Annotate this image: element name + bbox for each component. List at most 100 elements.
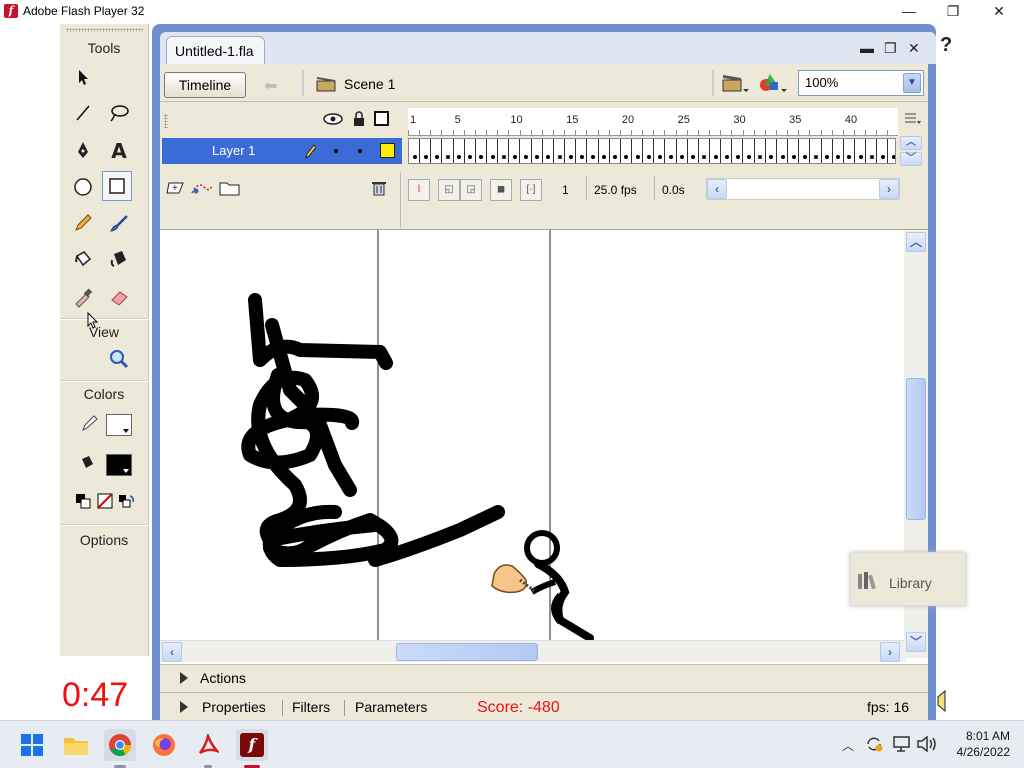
actions-label[interactable]: Actions [200, 670, 246, 686]
frame-cell[interactable] [665, 139, 677, 163]
frame-cell[interactable] [476, 139, 488, 163]
start-icon[interactable] [16, 729, 48, 761]
library-panel-tab[interactable]: Library [850, 552, 966, 606]
frame-cell[interactable] [688, 139, 699, 163]
frame-cell[interactable] [621, 139, 632, 163]
frame-cell[interactable] [565, 139, 577, 163]
layer-outline-color[interactable] [380, 143, 395, 158]
timeline-scroll-right-icon[interactable]: › [879, 179, 899, 199]
properties-expand-icon[interactable] [180, 701, 188, 713]
fill-color-icon[interactable] [72, 448, 102, 478]
swap-colors-icon[interactable] [116, 486, 138, 516]
fill-color-swatch[interactable] [106, 454, 132, 476]
sync-icon[interactable] [864, 734, 884, 757]
frame-cell[interactable] [431, 139, 443, 163]
zoom-tool-icon[interactable] [104, 344, 134, 374]
frame-cell[interactable] [822, 139, 833, 163]
panel-grip[interactable] [66, 28, 143, 32]
stage-hscroll-thumb[interactable] [396, 643, 538, 661]
frame-cell[interactable] [833, 139, 844, 163]
frame-cell[interactable] [409, 139, 421, 163]
frame-cell[interactable] [844, 139, 855, 163]
chrome-icon[interactable] [104, 729, 136, 761]
insert-layer-icon[interactable]: + [166, 179, 188, 200]
delete-layer-icon[interactable] [370, 179, 388, 200]
center-frame-icon[interactable]: ǀ [408, 179, 430, 201]
frame-strip[interactable] [408, 138, 896, 164]
doc-restore-button[interactable]: ❐ [884, 40, 897, 57]
lasso-tool-icon[interactable] [104, 98, 134, 128]
stage-scroll-left-icon[interactable]: ‹ [162, 642, 182, 662]
scribble-drawing[interactable] [241, 293, 505, 567]
stage-vscroll-thumb[interactable] [906, 378, 926, 520]
timeline-button[interactable]: Timeline [164, 72, 246, 98]
timeline-grip[interactable] [164, 114, 168, 128]
frame-cell[interactable] [632, 139, 644, 163]
doc-minimize-button[interactable]: ▬ [860, 40, 874, 56]
frame-cell[interactable] [454, 139, 465, 163]
frame-cell[interactable] [420, 139, 432, 163]
frame-cell[interactable] [766, 139, 777, 163]
onion-skin-outlines-icon[interactable]: ◲ [460, 179, 482, 201]
no-color-icon[interactable] [94, 486, 116, 516]
stage-scroll-up-icon[interactable]: ︿ [906, 232, 926, 252]
frame-cell[interactable] [587, 139, 599, 163]
stroke-color-icon[interactable] [74, 408, 104, 438]
outline-layers-icon[interactable] [374, 111, 389, 126]
layer-visible-dot[interactable] [334, 149, 338, 153]
frame-cell[interactable] [755, 139, 766, 163]
eraser-tool-icon[interactable] [104, 282, 134, 312]
ink-bottle-tool-icon[interactable] [68, 244, 98, 274]
flash-icon[interactable]: f [236, 729, 268, 761]
frame-ruler[interactable]: 1 5 10 15 20 25 30 35 40 [408, 108, 898, 136]
brush-tool-icon[interactable] [104, 208, 134, 238]
timeline-scroll-down-icon[interactable]: ﹀ [900, 152, 922, 166]
stage-canvas[interactable] [160, 230, 904, 640]
help-icon[interactable]: ? [940, 34, 952, 57]
frame-cell[interactable] [888, 139, 895, 163]
layer-name[interactable]: Layer 1 [212, 143, 255, 158]
frame-cell[interactable] [521, 139, 532, 163]
tray-chevron-icon[interactable]: ︿ [842, 737, 854, 754]
edit-symbols-icon[interactable] [758, 72, 788, 97]
lock-layers-icon[interactable] [352, 110, 366, 131]
maximize-button[interactable]: ❐ [930, 0, 976, 24]
edit-scene-icon[interactable] [722, 72, 750, 97]
system-clock[interactable]: 8:01 AM 4/26/2022 [944, 728, 1010, 760]
frame-cell[interactable] [442, 139, 454, 163]
frame-cell[interactable] [744, 139, 755, 163]
frame-cell[interactable] [699, 139, 711, 163]
stage-scroll-down-icon[interactable]: ﹀ [906, 632, 926, 652]
onion-skin-icon[interactable]: ◱ [438, 179, 460, 201]
frame-cell[interactable] [710, 139, 722, 163]
frame-cell[interactable] [799, 139, 811, 163]
pen-tool-icon[interactable] [68, 136, 98, 166]
doc-close-button[interactable]: ✕ [908, 40, 920, 57]
stage-area[interactable]: ‹ › [160, 230, 928, 670]
volume-icon[interactable] [916, 735, 938, 756]
frame-cell[interactable] [732, 139, 744, 163]
tab-parameters[interactable]: Parameters [355, 699, 427, 715]
frame-cell[interactable] [877, 139, 889, 163]
document-tab[interactable]: Untitled-1.fla [166, 36, 265, 64]
frame-cell[interactable] [554, 139, 566, 163]
side-panel-toggle-icon[interactable] [936, 689, 946, 715]
zoom-select[interactable]: 100% ▼ [798, 70, 924, 96]
stage-scroll-right-icon[interactable]: › [880, 642, 900, 662]
rectangle-tool-icon[interactable] [102, 171, 132, 201]
acrobat-icon[interactable] [192, 729, 224, 761]
timeline-menu-icon[interactable] [904, 112, 922, 129]
firefox-icon[interactable] [148, 729, 180, 761]
eyedropper-tool-icon[interactable] [68, 282, 98, 312]
frame-cell[interactable] [576, 139, 588, 163]
frame-cell[interactable] [498, 139, 510, 163]
paint-bucket-tool-icon[interactable] [104, 244, 134, 274]
stick-figure[interactable] [524, 530, 594, 640]
actions-expand-icon[interactable] [180, 672, 188, 684]
insert-folder-icon[interactable] [218, 179, 242, 200]
oval-tool-icon[interactable] [68, 172, 98, 202]
timeline-scroll-left-icon[interactable]: ‹ [707, 179, 727, 199]
stroke-color-swatch[interactable] [106, 414, 132, 436]
timeline-scroll-up-icon[interactable]: ︿ [900, 136, 922, 150]
network-icon[interactable] [892, 735, 912, 756]
